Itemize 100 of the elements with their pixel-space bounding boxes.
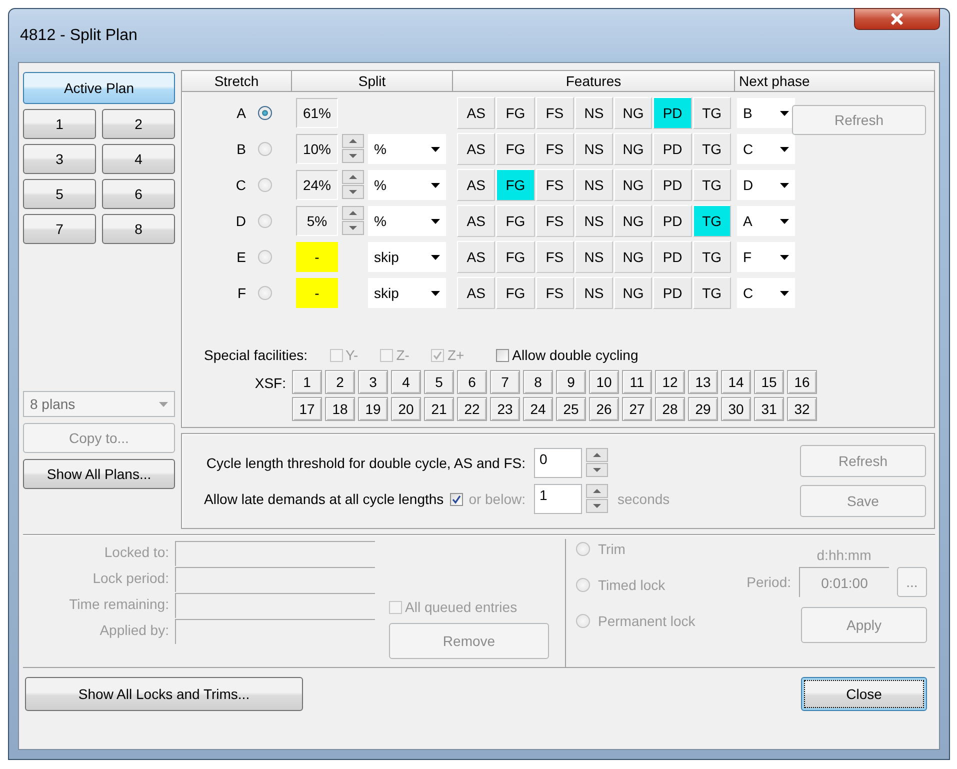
plan-button[interactable]: 5 bbox=[23, 179, 96, 209]
xsf-button[interactable]: 25 bbox=[556, 397, 586, 421]
feature-toggle[interactable]: FS bbox=[536, 277, 574, 309]
next-phase-dropdown[interactable]: C bbox=[737, 134, 795, 164]
feature-toggle[interactable]: TG bbox=[692, 169, 731, 201]
feature-toggle[interactable]: PD bbox=[653, 97, 692, 129]
next-phase-dropdown[interactable]: F bbox=[737, 242, 795, 272]
feature-toggle[interactable]: NG bbox=[614, 205, 652, 237]
feature-toggle[interactable]: FS bbox=[536, 133, 574, 165]
plan-button[interactable]: 6 bbox=[102, 179, 175, 209]
input-field[interactable] bbox=[175, 541, 375, 566]
xsf-button[interactable]: 14 bbox=[721, 370, 751, 394]
xsf-button[interactable]: 13 bbox=[688, 370, 718, 394]
feature-toggle[interactable]: NG bbox=[614, 169, 652, 201]
xsf-button[interactable]: 15 bbox=[754, 370, 784, 394]
show-locks-button[interactable]: Show All Locks and Trims... bbox=[25, 677, 303, 711]
feature-toggle[interactable]: NG bbox=[614, 277, 652, 309]
feature-toggle[interactable]: FG bbox=[496, 241, 535, 273]
dropdown[interactable]: % bbox=[368, 170, 446, 200]
plan-button[interactable]: 3 bbox=[23, 144, 96, 174]
feature-toggle[interactable]: NG bbox=[614, 241, 652, 273]
xsf-button[interactable]: 19 bbox=[358, 397, 388, 421]
feature-toggle[interactable]: FS bbox=[536, 205, 574, 237]
feature-toggle[interactable]: FG bbox=[496, 97, 535, 129]
xsf-button[interactable]: 3 bbox=[358, 370, 388, 394]
plan-button[interactable]: 7 bbox=[23, 214, 96, 244]
feature-toggle[interactable]: FG bbox=[496, 277, 535, 309]
show-plans-button[interactable]: Show All Plans... bbox=[23, 459, 175, 489]
feature-toggle[interactable]: FS bbox=[536, 241, 574, 273]
threshold-field[interactable]: 0 bbox=[534, 448, 582, 478]
feature-toggle[interactable]: AS bbox=[457, 133, 496, 165]
xsf-button[interactable]: 32 bbox=[787, 397, 817, 421]
xsf-button[interactable]: 30 bbox=[721, 397, 751, 421]
feature-toggle[interactable]: AS bbox=[457, 169, 496, 201]
feature-toggle[interactable]: FG bbox=[496, 133, 535, 165]
plan-button[interactable]: 2 bbox=[102, 109, 175, 139]
feature-toggle[interactable]: NS bbox=[574, 241, 614, 273]
radio-button[interactable] bbox=[258, 106, 272, 120]
xsf-button[interactable]: 22 bbox=[457, 397, 487, 421]
feature-toggle[interactable]: PD bbox=[653, 277, 692, 309]
xsf-button[interactable]: 8 bbox=[523, 370, 553, 394]
feature-toggle[interactable]: AS bbox=[457, 97, 496, 129]
feature-toggle[interactable]: NS bbox=[574, 97, 614, 129]
next-phase-dropdown[interactable]: C bbox=[737, 278, 795, 308]
xsf-button[interactable]: 6 bbox=[457, 370, 487, 394]
checkbox[interactable] bbox=[450, 492, 463, 506]
feature-toggle[interactable]: FS bbox=[536, 97, 574, 129]
feature-toggle[interactable]: NS bbox=[574, 133, 614, 165]
dropdown[interactable]: % bbox=[368, 134, 446, 164]
feature-toggle[interactable]: TG bbox=[692, 205, 731, 237]
xsf-button[interactable]: 4 bbox=[391, 370, 421, 394]
spinner[interactable] bbox=[342, 134, 364, 164]
xsf-button[interactable]: 26 bbox=[589, 397, 619, 421]
xsf-button[interactable]: 21 bbox=[424, 397, 454, 421]
split-field[interactable]: 5% bbox=[296, 206, 338, 236]
feature-toggle[interactable]: AS bbox=[457, 277, 496, 309]
feature-toggle[interactable]: FS bbox=[536, 169, 574, 201]
split-field[interactable]: 10% bbox=[296, 134, 338, 164]
spinner[interactable] bbox=[342, 170, 364, 200]
spinner[interactable] bbox=[586, 448, 608, 478]
plan-button[interactable]: 8 bbox=[102, 214, 175, 244]
close-button[interactable] bbox=[854, 8, 940, 30]
feature-toggle[interactable]: PD bbox=[653, 169, 692, 201]
seconds-field[interactable]: 1 bbox=[534, 484, 582, 514]
xsf-button[interactable]: 18 bbox=[325, 397, 355, 421]
dropdown[interactable]: skip bbox=[368, 242, 446, 272]
spinner[interactable] bbox=[586, 484, 608, 514]
xsf-button[interactable]: 17 bbox=[292, 397, 322, 421]
close-button[interactable]: Close bbox=[801, 677, 927, 711]
xsf-button[interactable]: 11 bbox=[622, 370, 652, 394]
split-field[interactable]: 24% bbox=[296, 170, 338, 200]
feature-toggle[interactable]: AS bbox=[457, 205, 496, 237]
xsf-button[interactable]: 5 bbox=[424, 370, 454, 394]
feature-toggle[interactable]: FG bbox=[496, 169, 535, 201]
xsf-button[interactable]: 24 bbox=[523, 397, 553, 421]
feature-toggle[interactable]: FG bbox=[496, 205, 535, 237]
xsf-button[interactable]: 28 bbox=[655, 397, 685, 421]
feature-toggle[interactable]: TG bbox=[692, 133, 731, 165]
feature-toggle[interactable]: PD bbox=[653, 133, 692, 165]
dropdown[interactable]: % bbox=[368, 206, 446, 236]
xsf-button[interactable]: 31 bbox=[754, 397, 784, 421]
feature-toggle[interactable]: NS bbox=[574, 169, 614, 201]
plan-button[interactable]: 1 bbox=[23, 109, 96, 139]
feature-toggle[interactable]: NG bbox=[614, 97, 652, 129]
xsf-button[interactable]: 12 bbox=[655, 370, 685, 394]
feature-toggle[interactable]: NS bbox=[574, 205, 614, 237]
next-phase-dropdown[interactable]: A bbox=[737, 206, 795, 236]
xsf-button[interactable]: 16 bbox=[787, 370, 817, 394]
input-field[interactable] bbox=[175, 593, 375, 618]
feature-toggle[interactable]: NS bbox=[574, 277, 614, 309]
dropdown[interactable]: skip bbox=[368, 278, 446, 308]
checkbox[interactable] bbox=[389, 600, 402, 614]
xsf-button[interactable]: 7 bbox=[490, 370, 520, 394]
feature-toggle[interactable]: AS bbox=[457, 241, 496, 273]
feature-toggle[interactable]: PD bbox=[653, 205, 692, 237]
xsf-button[interactable]: 20 bbox=[391, 397, 421, 421]
plan-button[interactable]: 4 bbox=[102, 144, 175, 174]
spinner[interactable] bbox=[342, 206, 364, 236]
next-phase-dropdown[interactable]: D bbox=[737, 170, 795, 200]
checkbox[interactable] bbox=[496, 348, 510, 362]
